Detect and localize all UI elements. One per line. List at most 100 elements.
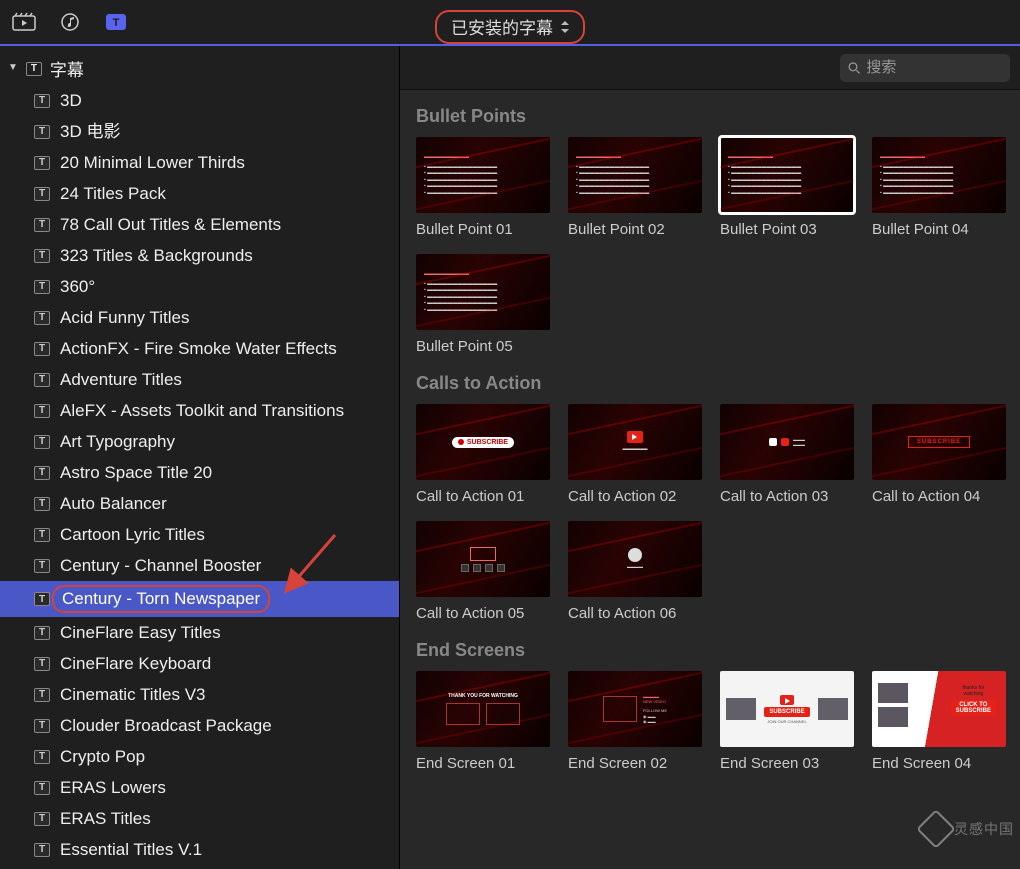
sidebar-item-label: Cartoon Lyric Titles [60, 523, 205, 546]
sidebar-item-label: CineFlare Easy Titles [60, 621, 221, 644]
preset-label: Bullet Point 04 [872, 221, 1006, 238]
sidebar-item[interactable]: TAdventure Titles [0, 364, 399, 395]
sidebar-item-label: ActionFX - Fire Smoke Water Effects [60, 337, 337, 360]
preset-card[interactable]: ▬▬▬▬▬▬▬▬▬▪ ▬▬▬▬▬▬▬▬▬▬▬▬▬▬▪ ▬▬▬▬▬▬▬▬▬▬▬▬▬… [720, 137, 854, 238]
preset-thumbnail[interactable]: SUBSCRIBE [416, 404, 550, 480]
preset-card[interactable]: ▬▬▬▬▬▬▬▬▬▪ ▬▬▬▬▬▬▬▬▬▬▬▬▬▬▪ ▬▬▬▬▬▬▬▬▬▬▬▬▬… [872, 137, 1006, 238]
section-title: Bullet Points [416, 106, 1004, 127]
preset-thumbnail[interactable]: ▬▬▬▬NEW VIDEOFOLLOW ME◉ ▬▬◉ ▬▬ [568, 671, 702, 747]
preset-thumbnail[interactable]: THANK YOU FOR WATCHING [416, 671, 550, 747]
sidebar-item[interactable]: TCineFlare Easy Titles [0, 617, 399, 648]
audio-browser-icon[interactable] [58, 11, 82, 33]
sidebar-item[interactable]: TCineFlare Keyboard [0, 648, 399, 679]
preset-card[interactable]: ▬▬▬▬▬▬ Call to Action 03 [720, 404, 854, 505]
sidebar-item[interactable]: TCinematic Titles V3 [0, 679, 399, 710]
watermark: 灵感中国 [922, 815, 1014, 843]
titles-category-icon: T [34, 497, 50, 511]
preset-card[interactable]: ▬▬▬▬▬Call to Action 02 [568, 404, 702, 505]
titles-category-icon: T [34, 280, 50, 294]
disclosure-triangle-icon[interactable]: ▼ [8, 62, 18, 73]
sidebar-item-label: 323 Titles & Backgrounds [60, 244, 253, 267]
titles-category-icon: T [34, 187, 50, 201]
preset-card[interactable]: ▬▬▬▬▬▬▬▬▬▪ ▬▬▬▬▬▬▬▬▬▬▬▬▬▬▪ ▬▬▬▬▬▬▬▬▬▬▬▬▬… [568, 137, 702, 238]
preset-section: Calls to ActionSUBSCRIBECall to Action 0… [416, 373, 1004, 622]
sidebar-item[interactable]: T3D 电影 [0, 116, 399, 147]
sidebar-item[interactable]: T ActionFX - Fire Smoke Water Effects [0, 333, 399, 364]
sidebar-item[interactable]: T 360° [0, 271, 399, 302]
sidebar-item[interactable]: T323 Titles & Backgrounds [0, 240, 399, 271]
sidebar-item[interactable]: T20 Minimal Lower Thirds [0, 147, 399, 178]
preset-grid: SUBSCRIBECall to Action 01▬▬▬▬▬Call to A… [416, 404, 1004, 622]
sidebar-item-label: Auto Balancer [60, 492, 167, 515]
search-input[interactable] [866, 59, 1002, 76]
sidebar-root[interactable]: ▼ T 字幕 [0, 52, 399, 85]
section-title: Calls to Action [416, 373, 1004, 394]
sidebar-item-label: Acid Funny Titles [60, 306, 189, 329]
preset-thumbnail[interactable]: SUBSCRIBEJOIN OUR CHANNEL [720, 671, 854, 747]
sidebar-item-label: Essential Titles V.1 [60, 838, 202, 861]
sidebar-item[interactable]: TCrypto Pop [0, 741, 399, 772]
titles-category-icon: T [34, 688, 50, 702]
preset-card[interactable]: THANK YOU FOR WATCHINGEnd Screen 01 [416, 671, 550, 772]
preset-thumbnail[interactable]: ▬▬▬▬ [568, 521, 702, 597]
preset-thumbnail[interactable]: SUBSCRIBE [872, 404, 1006, 480]
titles-category-icon: T [34, 342, 50, 356]
preset-thumbnail[interactable]: ▬▬▬▬▬ [568, 404, 702, 480]
sidebar-item-label: Astro Space Title 20 [60, 461, 212, 484]
preset-thumbnail[interactable]: ▬▬▬▬▬▬▬▬▬▪ ▬▬▬▬▬▬▬▬▬▬▬▬▬▬▪ ▬▬▬▬▬▬▬▬▬▬▬▬▬… [416, 254, 550, 330]
sidebar-item[interactable]: T 24 Titles Pack [0, 178, 399, 209]
preset-card[interactable]: SUBSCRIBECall to Action 01 [416, 404, 550, 505]
preset-card[interactable]: ▬▬▬▬NEW VIDEOFOLLOW ME◉ ▬▬◉ ▬▬End Screen… [568, 671, 702, 772]
sidebar-item[interactable]: T78 Call Out Titles & Elements [0, 209, 399, 240]
titles-category-icon: T [34, 218, 50, 232]
sidebar-item[interactable]: TClouder Broadcast Package [0, 710, 399, 741]
sidebar-item[interactable]: T Auto Balancer [0, 488, 399, 519]
sidebar-item[interactable]: TCartoon Lyric Titles [0, 519, 399, 550]
category-sidebar[interactable]: ▼ T 字幕 T3DT3D 电影T20 Minimal Lower Thirds… [0, 46, 400, 869]
preset-label: Call to Action 03 [720, 488, 854, 505]
preset-thumbnail[interactable]: ▬▬▬▬▬▬▬▬▬▪ ▬▬▬▬▬▬▬▬▬▬▬▬▬▬▪ ▬▬▬▬▬▬▬▬▬▬▬▬▬… [720, 137, 854, 213]
sidebar-item-label: 3D 电影 [60, 120, 120, 143]
presets-scroll-area[interactable]: Bullet Points ▬▬▬▬▬▬▬▬▬▪ ▬▬▬▬▬▬▬▬▬▬▬▬▬▬▪ … [400, 90, 1020, 806]
preset-thumbnail[interactable]: ▬▬▬▬▬▬▬▬▬▪ ▬▬▬▬▬▬▬▬▬▬▬▬▬▬▪ ▬▬▬▬▬▬▬▬▬▬▬▬▬… [568, 137, 702, 213]
preset-thumbnail[interactable]: ▬▬▬▬▬▬ [720, 404, 854, 480]
sidebar-item-label: 24 Titles Pack [60, 182, 166, 205]
preset-card[interactable]: SUBSCRIBE Call to Action 04 [872, 404, 1006, 505]
sidebar-item[interactable]: TCentury - Channel Booster [0, 550, 399, 581]
sidebar-item[interactable]: T3D [0, 85, 399, 116]
preset-card[interactable]: thanks forwatchingCLICK TOSUBSCRIBEEnd S… [872, 671, 1006, 772]
main-area: ▼ T 字幕 T3DT3D 电影T20 Minimal Lower Thirds… [0, 46, 1020, 869]
preset-card[interactable]: SUBSCRIBEJOIN OUR CHANNELEnd Screen 03 [720, 671, 854, 772]
sidebar-item[interactable]: TCentury - Torn Newspaper [0, 581, 399, 617]
preset-thumbnail[interactable]: ▬▬▬▬▬▬▬▬▬▪ ▬▬▬▬▬▬▬▬▬▬▬▬▬▬▪ ▬▬▬▬▬▬▬▬▬▬▬▬▬… [416, 137, 550, 213]
preset-card[interactable]: ▬▬▬▬Call to Action 06 [568, 521, 702, 622]
preset-card[interactable]: Call to Action 05 [416, 521, 550, 622]
preset-grid: ▬▬▬▬▬▬▬▬▬▪ ▬▬▬▬▬▬▬▬▬▬▬▬▬▬▪ ▬▬▬▬▬▬▬▬▬▬▬▬▬… [416, 137, 1004, 355]
preset-thumbnail[interactable] [416, 521, 550, 597]
sidebar-item-label: ERAS Titles [60, 807, 151, 830]
preset-thumbnail[interactable]: ▬▬▬▬▬▬▬▬▬▪ ▬▬▬▬▬▬▬▬▬▬▬▬▬▬▪ ▬▬▬▬▬▬▬▬▬▬▬▬▬… [872, 137, 1006, 213]
titles-browser-icon[interactable]: T [104, 11, 128, 33]
sidebar-item[interactable]: TAcid Funny Titles [0, 302, 399, 333]
titles-category-icon: T [34, 657, 50, 671]
titles-category-icon: T [34, 843, 50, 857]
search-box[interactable] [840, 54, 1010, 82]
titles-category-icon: T [34, 559, 50, 573]
sidebar-item[interactable]: T Essential Titles V.1 [0, 834, 399, 865]
sidebar-item[interactable]: TAstro Space Title 20 [0, 457, 399, 488]
sidebar-item-label: 360° [60, 275, 95, 298]
media-browser-icon[interactable] [12, 11, 36, 33]
sidebar-item[interactable]: TERAS Titles [0, 803, 399, 834]
chevron-updown-icon [561, 21, 569, 33]
preset-label: Bullet Point 02 [568, 221, 702, 238]
installed-titles-dropdown[interactable]: 已安装的字幕 [435, 10, 585, 44]
preset-label: Call to Action 04 [872, 488, 1006, 505]
titles-category-icon: T [34, 404, 50, 418]
sidebar-item[interactable]: TERAS Lowers [0, 772, 399, 803]
preset-card[interactable]: ▬▬▬▬▬▬▬▬▬▪ ▬▬▬▬▬▬▬▬▬▬▬▬▬▬▪ ▬▬▬▬▬▬▬▬▬▬▬▬▬… [416, 254, 550, 355]
preset-card[interactable]: ▬▬▬▬▬▬▬▬▬▪ ▬▬▬▬▬▬▬▬▬▬▬▬▬▬▪ ▬▬▬▬▬▬▬▬▬▬▬▬▬… [416, 137, 550, 238]
sidebar-item[interactable]: TArt Typography [0, 426, 399, 457]
preset-label: Call to Action 05 [416, 605, 550, 622]
sidebar-item[interactable]: TAleFX - Assets Toolkit and Transitions [0, 395, 399, 426]
preset-thumbnail[interactable]: thanks forwatchingCLICK TOSUBSCRIBE [872, 671, 1006, 747]
